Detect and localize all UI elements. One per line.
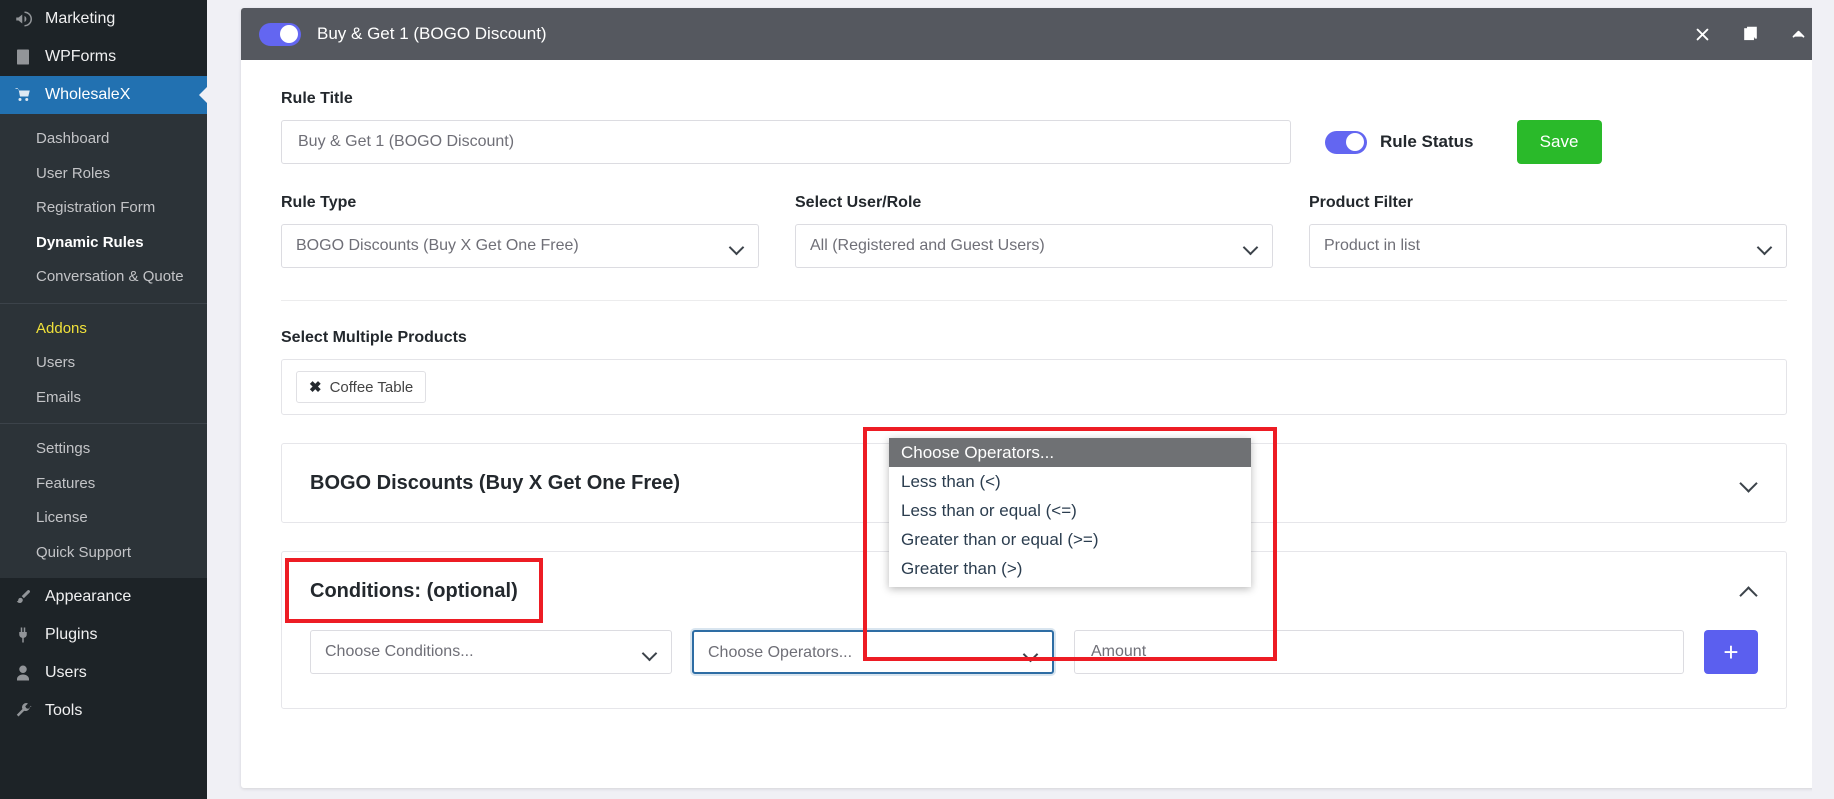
wrench-icon xyxy=(12,701,33,722)
user-role-select[interactable]: All (Registered and Guest Users) xyxy=(795,224,1273,268)
forms-icon xyxy=(12,47,33,68)
page-right-margin xyxy=(1812,0,1834,799)
chevron-down-icon[interactable] xyxy=(1742,475,1758,491)
rule-type-select[interactable]: BOGO Discounts (Buy X Get One Free) xyxy=(281,224,759,268)
sidebar-item-wholesalex[interactable]: WholesaleX xyxy=(0,76,207,114)
user-role-group: Select User/Role All (Registered and Gue… xyxy=(795,194,1273,268)
sidebar-item-tools[interactable]: Tools xyxy=(0,692,207,730)
bogo-panel-title: BOGO Discounts (Buy X Get One Free) xyxy=(310,471,681,494)
rule-config-row: Rule Type BOGO Discounts (Buy X Get One … xyxy=(281,194,1787,268)
rule-status-group: Rule Status Save xyxy=(1325,120,1602,164)
sidebar-item-conversation-quote[interactable]: Conversation & Quote xyxy=(0,260,207,295)
sidebar-item-appearance[interactable]: Appearance xyxy=(0,578,207,616)
chevron-up-icon[interactable] xyxy=(1742,583,1758,599)
sidebar-item-label: WholesaleX xyxy=(45,86,131,103)
operator-option-greater-than-or-equal[interactable]: Greater than or equal (>=) xyxy=(889,525,1251,554)
rule-status-toggle[interactable] xyxy=(1325,130,1367,154)
rule-header-actions xyxy=(1691,23,1809,45)
operator-option-less-than-or-equal[interactable]: Less than or equal (<=) xyxy=(889,496,1251,525)
sidebar-item-label: Plugins xyxy=(45,626,98,643)
select-products-field[interactable]: ✖ Coffee Table xyxy=(281,359,1787,415)
add-condition-button[interactable]: + xyxy=(1704,630,1758,674)
rule-title-input[interactable]: Buy & Get 1 (BOGO Discount) xyxy=(281,120,1291,164)
sidebar-item-label: Marketing xyxy=(45,10,116,27)
sidebar-item-addons[interactable]: Addons xyxy=(0,312,207,347)
choose-operators-wrapper: Choose Operators... xyxy=(692,630,1054,674)
operator-option-greater-than[interactable]: Greater than (>) xyxy=(889,554,1251,583)
cart-icon xyxy=(12,85,33,106)
submenu-divider-2 xyxy=(0,423,207,424)
conditions-panel-title: Conditions: (optional) xyxy=(310,579,518,602)
sidebar-item-user-roles[interactable]: User Roles xyxy=(0,157,207,192)
choose-operators-select[interactable]: Choose Operators... xyxy=(692,630,1054,674)
product-chip-label: Coffee Table xyxy=(329,378,414,396)
duplicate-icon[interactable] xyxy=(1739,23,1761,45)
paintbrush-icon xyxy=(12,587,33,608)
select-products-group: Select Multiple Products ✖ Coffee Table xyxy=(281,329,1787,415)
rule-card-body: Rule Title Buy & Get 1 (BOGO Discount) R… xyxy=(241,60,1827,729)
sidebar-item-wpforms[interactable]: WPForms xyxy=(0,38,207,76)
sidebar-item-license[interactable]: License xyxy=(0,501,207,536)
rule-title-group: Rule Title Buy & Get 1 (BOGO Discount) xyxy=(281,90,1291,164)
operator-option-placeholder[interactable]: Choose Operators... xyxy=(889,438,1251,467)
sidebar-item-emails[interactable]: Emails xyxy=(0,381,207,416)
sidebar-item-label: Appearance xyxy=(45,588,132,605)
sidebar-item-plugins[interactable]: Plugins xyxy=(0,616,207,654)
save-button[interactable]: Save xyxy=(1516,120,1602,164)
sidebar-item-quick-support[interactable]: Quick Support xyxy=(0,536,207,571)
sidebar-item-marketing[interactable]: Marketing xyxy=(0,0,207,38)
sidebar-item-label: Tools xyxy=(45,702,83,719)
sidebar-item-dashboard[interactable]: Dashboard xyxy=(0,122,207,157)
sidebar-item-registration-form[interactable]: Registration Form xyxy=(0,191,207,226)
sidebar-item-users-wsx[interactable]: Users xyxy=(0,346,207,381)
section-divider xyxy=(281,300,1787,301)
rule-card-header: Buy & Get 1 (BOGO Discount) xyxy=(241,8,1827,60)
close-icon[interactable] xyxy=(1691,23,1713,45)
operator-option-less-than[interactable]: Less than (<) xyxy=(889,467,1251,496)
dynamic-rule-card: Buy & Get 1 (BOGO Discount) Rule Title B… xyxy=(241,8,1827,788)
rule-header-title: Buy & Get 1 (BOGO Discount) xyxy=(317,24,547,43)
product-filter-label: Product Filter xyxy=(1309,194,1414,211)
collapse-icon[interactable] xyxy=(1787,23,1809,45)
sidebar-item-label: WPForms xyxy=(45,48,117,65)
rule-enable-toggle[interactable] xyxy=(259,22,301,46)
submenu-divider-1 xyxy=(0,302,207,304)
product-filter-select[interactable]: Product in list xyxy=(1309,224,1787,268)
select-products-label: Select Multiple Products xyxy=(281,329,467,346)
megaphone-icon xyxy=(12,9,33,30)
amount-wrapper: Amount xyxy=(1074,630,1684,674)
rule-status-label: Rule Status xyxy=(1380,132,1474,151)
rule-title-row: Rule Title Buy & Get 1 (BOGO Discount) R… xyxy=(281,90,1787,164)
sidebar-item-settings[interactable]: Settings xyxy=(0,432,207,467)
wholesalex-submenu: Dashboard User Roles Registration Form D… xyxy=(0,114,207,578)
rule-title-label: Rule Title xyxy=(281,90,353,107)
operators-dropdown-list[interactable]: Choose Operators... Less than (<) Less t… xyxy=(889,438,1251,587)
sidebar-item-label: Users xyxy=(45,664,87,681)
sidebar-item-dynamic-rules[interactable]: Dynamic Rules xyxy=(0,226,207,261)
sidebar-item-features[interactable]: Features xyxy=(0,467,207,502)
remove-chip-icon[interactable]: ✖ xyxy=(309,378,322,396)
product-filter-group: Product Filter Product in list xyxy=(1309,194,1787,268)
choose-conditions-wrapper: Choose Conditions... xyxy=(310,630,672,674)
main-content-area: Buy & Get 1 (BOGO Discount) Rule Title B… xyxy=(207,0,1834,799)
user-role-label: Select User/Role xyxy=(795,194,922,211)
product-chip-coffee-table[interactable]: ✖ Coffee Table xyxy=(296,371,427,403)
rule-type-group: Rule Type BOGO Discounts (Buy X Get One … xyxy=(281,194,759,268)
sidebar-item-users[interactable]: Users xyxy=(0,654,207,692)
plug-icon xyxy=(12,625,33,646)
conditions-title-wrapper: Conditions: (optional) xyxy=(285,557,543,623)
choose-conditions-select[interactable]: Choose Conditions... xyxy=(310,630,672,674)
user-icon xyxy=(12,663,33,684)
wp-admin-sidebar: Marketing WPForms WholesaleX Dashboard U… xyxy=(0,0,207,799)
conditions-row: Choose Conditions... Choose Operators...… xyxy=(282,630,1786,708)
amount-input[interactable]: Amount xyxy=(1074,630,1684,674)
rule-type-label: Rule Type xyxy=(281,194,357,211)
